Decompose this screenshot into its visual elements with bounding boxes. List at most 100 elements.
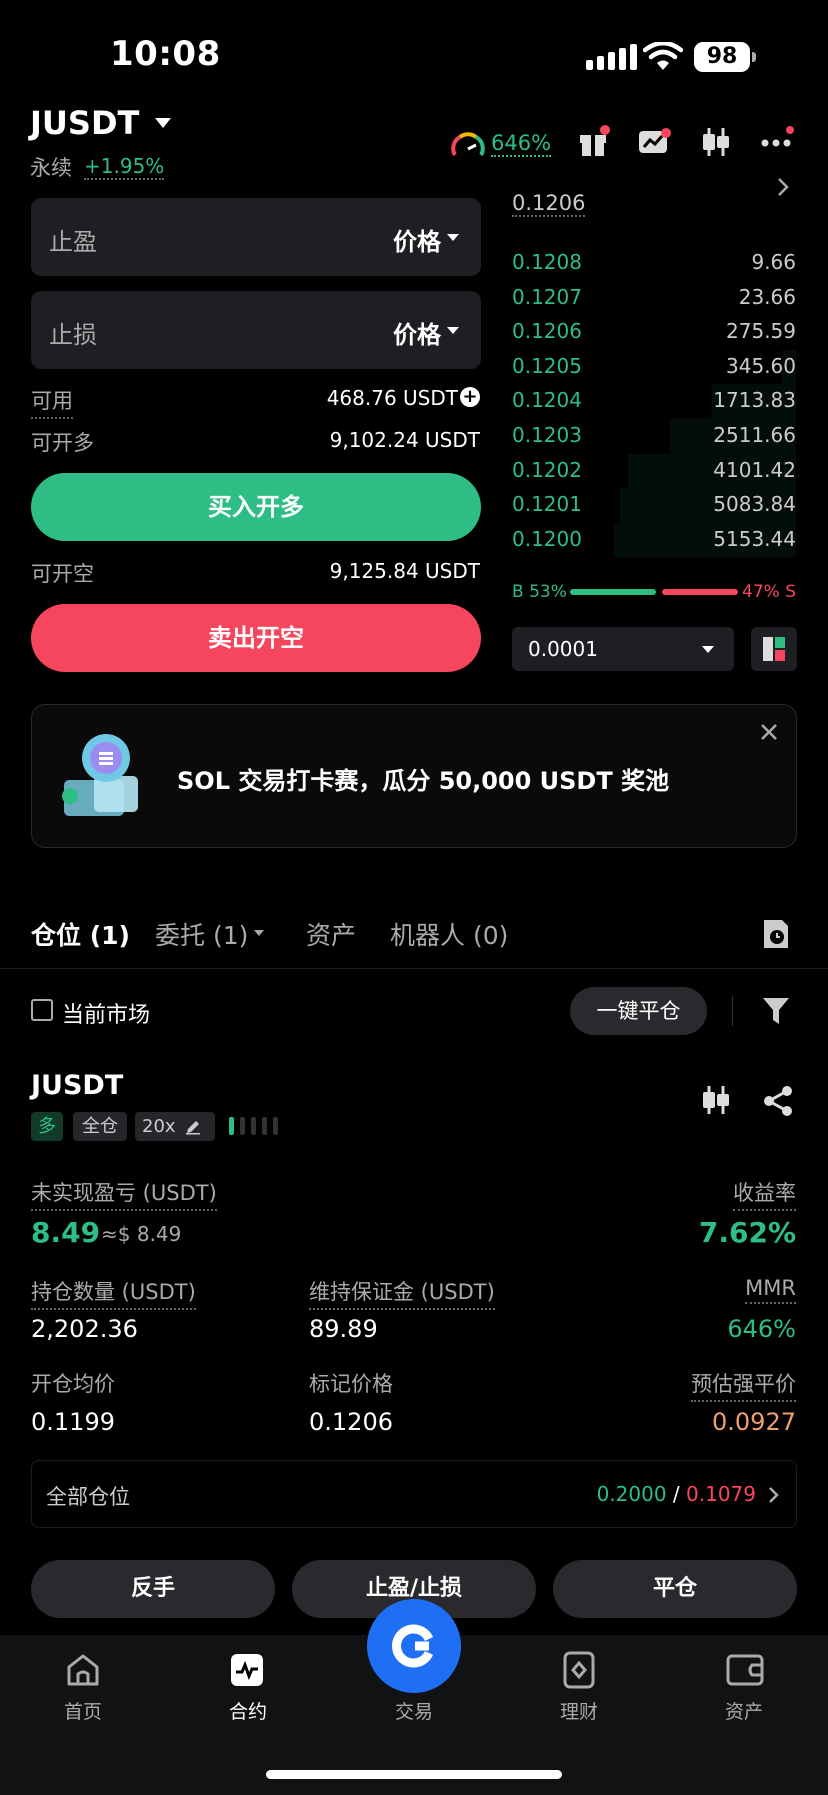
orderbook-bid-price[interactable]: 0.1206	[512, 319, 582, 343]
mark-price-label: 标记价格	[309, 1372, 393, 1396]
orderbook-bid-price[interactable]: 0.1201	[512, 492, 582, 516]
margin-mode-tag: 全仓	[73, 1112, 127, 1141]
orderbook-bid-size[interactable]: 23.66	[739, 285, 796, 309]
chart-card-icon[interactable]	[637, 127, 671, 157]
buy-long-button[interactable]: 买入开多	[31, 473, 481, 541]
reverse-button[interactable]: 反手	[31, 1560, 275, 1618]
orderbook-bid-size[interactable]: 1713.83	[713, 388, 796, 412]
position-size-label: 持仓数量 (USDT)	[31, 1276, 196, 1310]
unrealized-pnl-usd: ≈$ 8.49	[101, 1222, 182, 1246]
trophy-icon	[62, 734, 138, 816]
orderbook-bid-price[interactable]: 0.1203	[512, 423, 582, 447]
can-long-value: 9,102.24 USDT	[329, 428, 480, 452]
contract-type: 永续	[30, 156, 72, 180]
close-position-button[interactable]: 平仓	[553, 1560, 797, 1618]
sell-short-button[interactable]: 卖出开空	[31, 604, 481, 672]
liq-price-label: 预估强平价	[691, 1368, 796, 1402]
current-market-label[interactable]: 当前市场	[62, 997, 150, 1029]
orderbook-layout-button[interactable]	[751, 627, 797, 671]
orderbook-bid-price[interactable]: 0.1207	[512, 285, 582, 309]
nav-earn[interactable]: 理财	[529, 1697, 629, 1724]
orderbook-bid-price[interactable]: 0.1204	[512, 388, 582, 412]
roi-label: 收益率	[733, 1177, 796, 1211]
chevron-down-icon	[447, 327, 459, 334]
earn-icon[interactable]	[562, 1651, 596, 1689]
stop-loss-input[interactable]: 止损 价格	[31, 291, 481, 369]
edit-icon	[186, 1121, 200, 1135]
layout-icon	[763, 637, 785, 661]
chevron-down-icon[interactable]	[155, 118, 171, 128]
orderbook-bid-price[interactable]: 0.1202	[512, 458, 582, 482]
maint-margin-value: 89.89	[309, 1315, 378, 1343]
close-icon[interactable]	[760, 723, 778, 741]
orderbook-bid-size[interactable]: 5153.44	[713, 527, 796, 551]
stop-loss-price-select[interactable]: 价格	[393, 315, 441, 350]
trade-icon	[392, 1624, 434, 1668]
filter-icon[interactable]	[762, 996, 790, 1026]
gift-icon[interactable]	[577, 124, 611, 158]
futures-icon[interactable]	[230, 1653, 264, 1687]
tab-assets[interactable]: 资产	[306, 916, 356, 952]
home-indicator	[266, 1770, 562, 1779]
wallet-icon[interactable]	[726, 1654, 764, 1686]
tab-orders[interactable]: 委托 (1)	[155, 916, 248, 952]
tpsl-separator: /	[672, 1482, 680, 1506]
trade-button[interactable]	[367, 1599, 461, 1693]
promo-banner[interactable]: SOL 交易打卡赛，瓜分 50,000 USDT 奖池	[31, 704, 797, 848]
candlestick-icon[interactable]	[700, 1084, 732, 1116]
all-sl-value: 0.1079	[686, 1482, 756, 1506]
home-icon[interactable]	[65, 1653, 101, 1687]
tab-positions[interactable]: 仓位 (1)	[31, 916, 130, 952]
current-market-checkbox[interactable]	[31, 999, 53, 1021]
can-short-label: 可开空	[31, 562, 94, 586]
risk-gauge-icon[interactable]	[451, 129, 485, 159]
tab-bots[interactable]: 机器人 (0)	[390, 916, 508, 952]
risk-gauge-value[interactable]: 646%	[491, 131, 552, 157]
all-tp-value: 0.2000	[596, 1482, 667, 1506]
orderbook-bid-size[interactable]: 4101.42	[713, 458, 796, 482]
orderbook-bid-size[interactable]: 5083.84	[713, 492, 796, 516]
candlestick-icon[interactable]	[700, 126, 732, 158]
orderbook-bid-size[interactable]: 2511.66	[713, 423, 796, 447]
filter-divider	[732, 996, 733, 1026]
buy-ratio-bar	[570, 589, 656, 595]
orderbook-bid-price[interactable]: 0.1200	[512, 527, 582, 551]
chevron-down-icon	[702, 646, 714, 653]
nav-home[interactable]: 首页	[33, 1697, 133, 1724]
unrealized-pnl-value: 8.49	[31, 1216, 101, 1249]
nav-trade[interactable]: 交易	[364, 1697, 464, 1724]
close-all-button[interactable]: 一键平仓	[570, 987, 707, 1035]
tick-size-value: 0.0001	[528, 637, 598, 661]
orderbook-bid-price[interactable]: 0.1205	[512, 354, 582, 378]
orderbook-bid-size[interactable]: 275.59	[726, 319, 796, 343]
entry-price-value: 0.1199	[31, 1408, 115, 1436]
battery-indicator: 98	[694, 42, 750, 72]
orderbook-bid-size[interactable]: 345.60	[726, 354, 796, 378]
leverage-tag[interactable]: 20x	[135, 1112, 215, 1141]
chevron-down-icon[interactable]	[254, 930, 264, 936]
history-icon[interactable]	[762, 918, 790, 950]
more-icon[interactable]	[760, 126, 796, 156]
buy-ratio: B 53%	[512, 582, 567, 602]
share-icon[interactable]	[762, 1085, 794, 1117]
take-profit-price-select[interactable]: 价格	[393, 222, 441, 257]
position-symbol[interactable]: JUSDT	[31, 1070, 123, 1101]
all-positions-row[interactable]: 全部仓位 0.2000 / 0.1079	[31, 1460, 797, 1528]
mark-price-value: 0.1206	[309, 1408, 393, 1436]
orderbook-bid-size[interactable]: 9.66	[751, 250, 796, 274]
chevron-right-icon	[769, 1487, 779, 1503]
maint-margin-label: 维持保证金 (USDT)	[309, 1276, 495, 1310]
sell-ratio: 47% S	[742, 582, 796, 602]
cellular-signal-icon	[586, 44, 637, 70]
unrealized-pnl-label: 未实现盈亏 (USDT)	[31, 1177, 217, 1211]
nav-assets[interactable]: 资产	[694, 1697, 794, 1724]
position-size-value: 2,202.36	[31, 1315, 138, 1343]
pair-selector[interactable]: JUSDT	[30, 104, 139, 142]
orderbook-bid-price[interactable]: 0.1208	[512, 250, 582, 274]
chevron-right-icon[interactable]	[776, 177, 790, 197]
take-profit-input[interactable]: 止盈 价格	[31, 198, 481, 276]
risk-level-bars	[229, 1117, 278, 1135]
tick-size-select[interactable]: 0.0001	[512, 627, 734, 671]
add-funds-icon[interactable]: +	[460, 387, 480, 407]
nav-futures[interactable]: 合约	[198, 1697, 298, 1724]
